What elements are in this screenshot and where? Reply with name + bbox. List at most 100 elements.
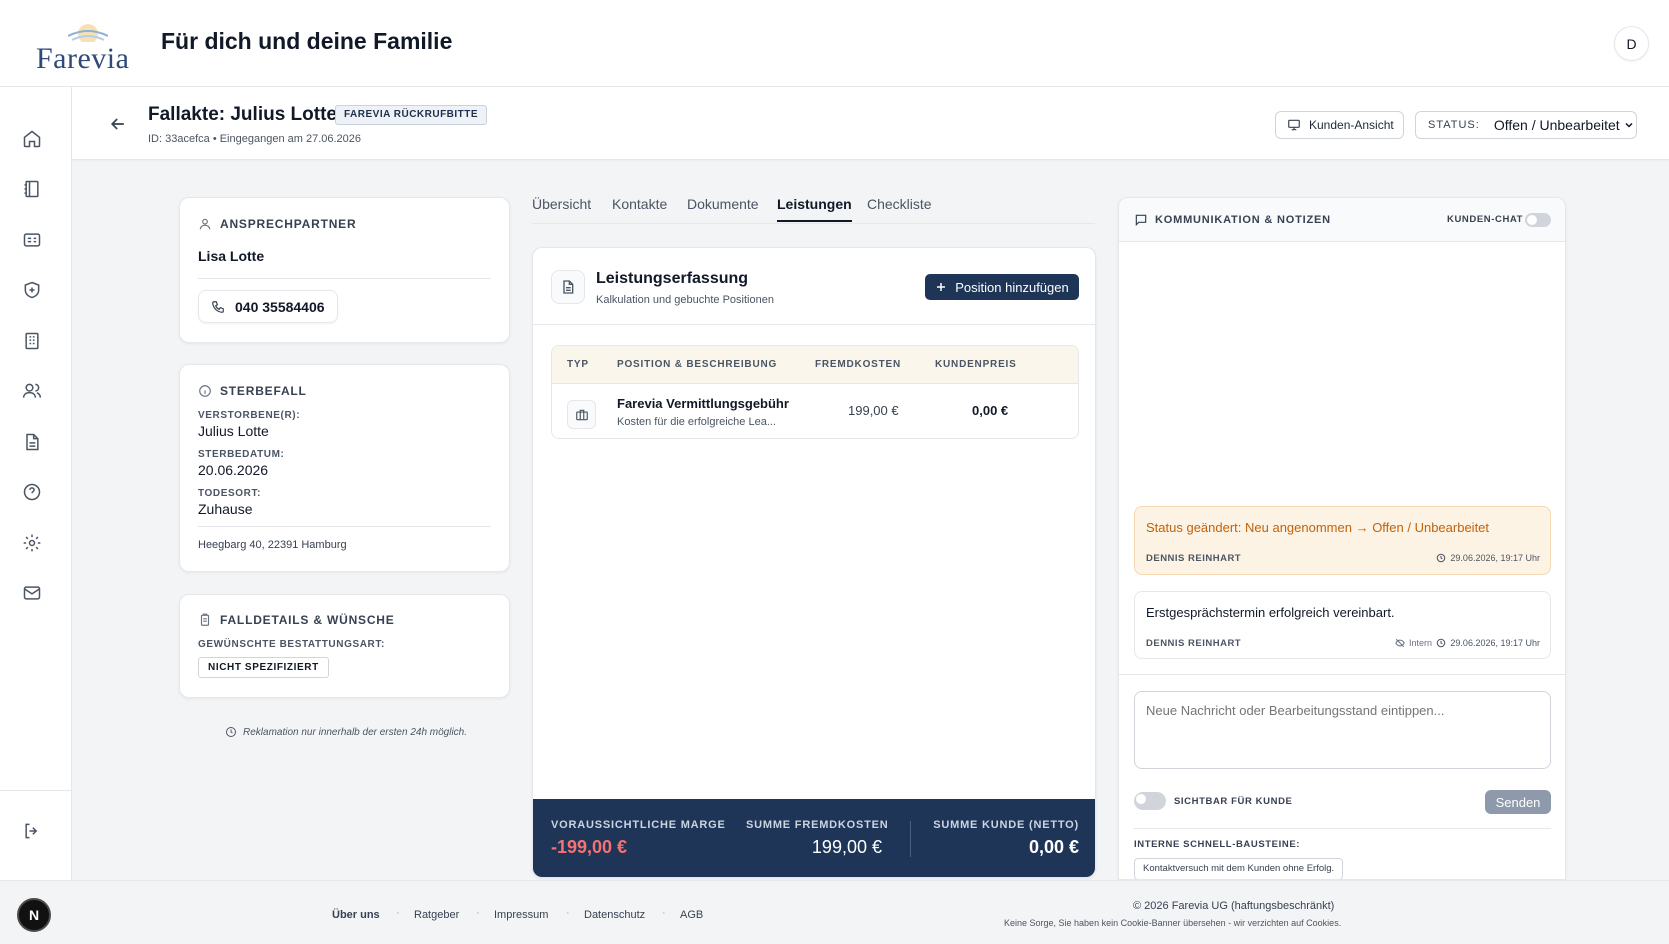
margin-value: -199,00 € [551, 837, 628, 857]
tab-dokumente[interactable]: Dokumente [687, 196, 759, 220]
plus-icon [937, 283, 946, 291]
visible-to-customer-toggle[interactable] [1134, 792, 1166, 810]
message-visibility-text: Intern [1408, 638, 1432, 648]
tab-leistungen[interactable]: Leistungen [777, 196, 852, 222]
sun-logo-icon [68, 24, 108, 42]
sidebar-divider [0, 790, 72, 791]
footer-separator: · [566, 907, 570, 919]
position-description: Kosten für die erfolgreiche Lea... [617, 416, 776, 428]
message-text: Status geändert: Neu angenommen → Offen … [1146, 520, 1490, 535]
send-button[interactable]: Senden [1485, 790, 1551, 814]
footer-separator: · [396, 907, 400, 919]
footer: N Über uns · Ratgeber · Impressum · Date… [0, 880, 1669, 944]
quick-snippet-chip[interactable]: Kontaktversuch mit dem Kunden ohne Erfol… [1134, 858, 1344, 879]
divider [198, 526, 491, 527]
tab-checkliste[interactable]: Checkliste [867, 196, 932, 220]
death-date-value: 20.06.2026 [198, 462, 269, 478]
sidebar [0, 87, 72, 880]
services-title: Leistungserfassung [596, 270, 749, 287]
panel-doc-icon-box [551, 270, 585, 304]
clipboard-icon [200, 613, 210, 626]
kunde-sum-value: 0,00 € [1028, 837, 1079, 857]
column-header: KUNDENPREIS [935, 359, 1017, 370]
phone-icon [212, 300, 224, 313]
communication-title-text: KOMMUNIKATION & NOTIZEN [1155, 214, 1331, 226]
table-header: TYP POSITION & BESCHREIBUNG FREMDKOSTEN … [552, 346, 1078, 384]
burial-type-badge: NICHT SPEZIFIZIERT [198, 657, 329, 678]
position-kundenpreis: 0,00 € [972, 403, 1009, 418]
summary-divider [910, 821, 911, 857]
tab-uebersicht[interactable]: Übersicht [532, 196, 591, 220]
chevron-down-icon [1625, 122, 1633, 128]
message-author: DENNIS REINHART [1146, 553, 1242, 564]
dev-badge[interactable]: N [17, 898, 51, 932]
divider [1134, 828, 1551, 829]
logout-icon[interactable] [22, 821, 42, 841]
footer-link-impressum[interactable]: Impressum [494, 909, 548, 921]
message-time: 29.06.2026, 19:17 Uhr [1436, 553, 1540, 563]
death-heading-text: STERBEFALL [220, 384, 307, 398]
copyright: © 2026 Farevia UG (haftungsbeschränkt) [1133, 900, 1335, 912]
users-icon[interactable] [22, 381, 42, 401]
deceased-value: Julius Lotte [198, 423, 269, 439]
message-input[interactable] [1134, 691, 1551, 769]
death-place-value: Zuhause [198, 501, 253, 517]
reklamation-note: Reklamation nur innerhalb der ersten 24h… [225, 726, 467, 738]
visible-to-customer-label: SICHTBAR FÜR KUNDE [1174, 796, 1293, 807]
contact-card-heading: ANSPRECHPARTNER [198, 217, 356, 231]
tab-kontakte[interactable]: Kontakte [612, 196, 667, 220]
user-avatar[interactable]: D [1614, 26, 1649, 61]
case-meta: ID: 33acefca • Eingegangen am 27.06.2026 [148, 133, 362, 145]
contact-heading-text: ANSPRECHPARTNER [220, 217, 357, 231]
document-icon[interactable] [22, 432, 42, 452]
footer-link-agb[interactable]: AGB [680, 909, 703, 921]
message-time: 29.06.2026, 19:17 Uhr [1436, 638, 1540, 648]
death-card: STERBEFALL VERSTORBENE(R): Julius Lotte … [179, 364, 510, 572]
status-value: Offen / Unbearbeitet [1493, 117, 1620, 133]
phone-number: 040 35584406 [235, 298, 325, 315]
status-select[interactable]: STATUS: Offen / Unbearbeitet [1415, 111, 1637, 139]
footer-link-ratgeber[interactable]: Ratgeber [414, 909, 459, 921]
monitor-icon [1288, 119, 1300, 131]
details-card-heading: FALLDETAILS & WÜNSCHE [198, 613, 395, 627]
footer-link-ueber-uns[interactable]: Über uns [332, 909, 380, 921]
briefcase-icon [575, 409, 588, 420]
book-icon[interactable] [22, 179, 42, 199]
divider [533, 324, 1095, 325]
clock-icon [1437, 553, 1446, 563]
add-position-button[interactable]: Position hinzufügen [925, 274, 1079, 300]
footer-link-datenschutz[interactable]: Datenschutz [584, 909, 645, 921]
cookie-note: Keine Sorge, Sie haben kein Cookie-Banne… [1004, 918, 1342, 928]
shield-plus-icon[interactable] [22, 280, 42, 300]
settings-icon[interactable] [22, 533, 42, 553]
case-tabs: Übersicht Kontakte Dokumente Leistungen … [532, 190, 1095, 224]
fremd-sum-label: SUMME FREMDKOSTEN [746, 819, 889, 831]
burial-type-label: GEWÜNSCHTE BESTATTUNGSART: [198, 639, 385, 650]
divider [1119, 674, 1565, 675]
clock-icon [1437, 638, 1446, 648]
home-icon[interactable] [22, 129, 42, 149]
help-icon[interactable] [22, 482, 42, 502]
back-arrow-icon[interactable] [108, 114, 128, 134]
user-icon [199, 218, 211, 230]
customer-view-button[interactable]: Kunden-Ansicht [1275, 111, 1404, 139]
farevia-logo[interactable]: Farevia [30, 14, 130, 75]
file-text-icon [563, 280, 574, 294]
footer-separator: · [476, 907, 480, 919]
services-panel: Leistungserfassung Kalkulation und gebuc… [532, 247, 1096, 878]
communication-panel: KOMMUNIKATION & NOTIZEN KUNDEN-CHAT Stat… [1118, 197, 1566, 880]
note-message: Erstgesprächstermin erfolgreich vereinba… [1134, 591, 1551, 659]
phone-button[interactable]: 040 35584406 [198, 290, 338, 323]
communication-title: KOMMUNIKATION & NOTIZEN [1134, 213, 1331, 227]
case-source-badge: FAREVIA RÜCKRUFBITTE [335, 105, 488, 125]
details-card: FALLDETAILS & WÜNSCHE GEWÜNSCHTE BESTATT… [179, 594, 510, 698]
info-icon [199, 385, 211, 397]
customer-chat-toggle[interactable] [1525, 213, 1551, 227]
mail-icon[interactable] [22, 583, 42, 603]
message-author: DENNIS REINHART [1146, 638, 1242, 649]
column-header: FREMDKOSTEN [815, 359, 902, 370]
message-time-text: 29.06.2026, 19:17 Uhr [1450, 553, 1540, 563]
message-time-text: 29.06.2026, 19:17 Uhr [1450, 638, 1540, 648]
building-icon[interactable] [22, 331, 42, 351]
id-card-icon[interactable] [22, 230, 42, 250]
